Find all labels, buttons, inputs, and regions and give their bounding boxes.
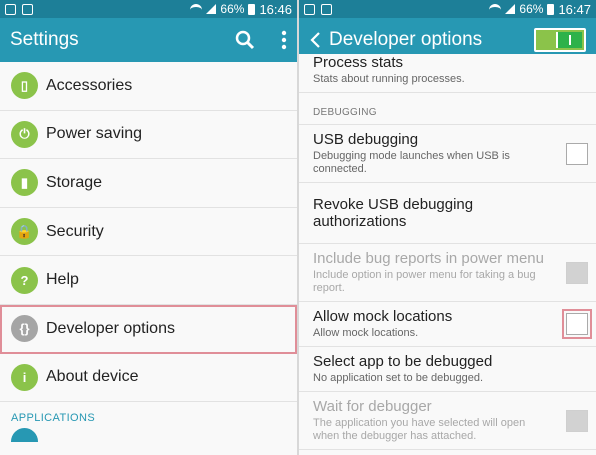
row-summary: The application you have selected will o… <box>313 417 526 442</box>
app-icon <box>11 428 38 443</box>
dev-option-revoke-usb-debugging-authorizations[interactable]: Revoke USB debugging authorizations <box>299 183 596 244</box>
wifi-icon <box>489 4 502 14</box>
status-bar: 66% 16:47 <box>299 0 596 18</box>
settings-item-label: Help <box>46 271 79 289</box>
wifi-icon <box>190 4 203 14</box>
settings-item-developer-options[interactable]: {} Developer options <box>0 304 297 354</box>
row-summary: Include option in power menu for taking … <box>313 269 536 294</box>
back-chevron-icon[interactable] <box>309 31 321 49</box>
battery-percent: 66% <box>220 2 245 16</box>
signal-icon <box>206 4 217 14</box>
row-title: Process stats <box>313 54 404 71</box>
search-icon[interactable] <box>235 30 255 50</box>
settings-item-label: About device <box>46 368 139 386</box>
clock: 16:46 <box>259 1 292 17</box>
developer-icon: {} <box>11 315 38 343</box>
row-title: Wait for debugger <box>313 398 432 415</box>
overflow-menu-icon[interactable] <box>281 30 287 50</box>
settings-item-label: Accessories <box>46 76 133 94</box>
checkbox <box>566 261 588 284</box>
row-title: USB debugging <box>313 131 419 148</box>
battery-icon <box>248 3 256 15</box>
lock-icon: 🔒 <box>11 218 38 246</box>
settings-item-power-saving[interactable]: ⏻ Power saving <box>0 110 297 160</box>
dev-option-include-bug-reports-in-power-menu: Include bug reports in power menu Include… <box>299 244 596 302</box>
storage-icon: ▮ <box>11 169 38 197</box>
process-stats-row[interactable]: Process stats Stats about running proces… <box>299 54 596 93</box>
settings-item-label: Storage <box>46 173 103 191</box>
row-title: Revoke USB debugging authorizations <box>313 196 474 230</box>
accessories-icon: ▯ <box>11 72 38 100</box>
image-icon <box>321 3 332 15</box>
signal-icon <box>505 4 516 14</box>
developer-options-screen: 66% 16:47 Developer options Process stat… <box>299 0 596 455</box>
settings-screen: 66% 16:46 Settings ▯ Accessories ⏻ Power sa… <box>0 0 297 455</box>
clock: 16:47 <box>558 1 591 17</box>
section-header: APPLICATIONS <box>11 412 96 425</box>
status-bar: 66% 16:46 <box>0 0 297 18</box>
dev-option-allow-mock-locations[interactable]: Allow mock locations Allow mock locations… <box>299 302 596 347</box>
settings-item-label: Security <box>46 222 104 240</box>
notification-icon <box>304 3 315 15</box>
settings-item-accessories[interactable]: ▯ Accessories <box>0 62 297 111</box>
settings-item-about-device[interactable]: i About device <box>0 353 297 403</box>
row-summary: Stats about running processes. <box>313 73 465 85</box>
checkbox[interactable] <box>562 309 592 339</box>
info-icon: i <box>11 363 38 391</box>
developer-options-list: Process stats Stats about running proces… <box>299 54 596 450</box>
row-title: Select app to be debugged <box>313 353 493 370</box>
dev-option-wait-for-debugger: Wait for debugger The application you hav… <box>299 392 596 450</box>
checkbox[interactable] <box>566 142 588 165</box>
settings-list: ▯ Accessories ⏻ Power saving ▮ Storage 🔒 Securi… <box>0 62 297 443</box>
row-title: Include bug reports in power menu <box>313 250 544 267</box>
settings-item-label: Power saving <box>46 125 143 143</box>
row-summary: No application set to be debugged. <box>313 372 484 384</box>
row-title: Allow mock locations <box>313 308 453 325</box>
row-summary: Debugging mode launches when USB is conn… <box>313 150 510 175</box>
section-header: DEBUGGING <box>299 93 596 125</box>
help-icon: ? <box>11 266 38 294</box>
power-icon: ⏻ <box>11 120 38 148</box>
settings-item-storage[interactable]: ▮ Storage <box>0 159 297 208</box>
settings-item-help[interactable]: ? Help <box>0 256 297 305</box>
battery-percent: 66% <box>519 2 544 16</box>
row-summary: Allow mock locations. <box>313 327 419 339</box>
developer-options-toggle[interactable] <box>534 28 586 52</box>
checkbox <box>566 409 588 432</box>
page-title: Settings <box>10 29 79 50</box>
action-bar: Settings <box>0 18 297 62</box>
image-icon <box>22 3 33 15</box>
notification-icon <box>5 3 16 15</box>
page-title: Developer options <box>329 29 483 50</box>
dev-option-usb-debugging[interactable]: USB debugging Debugging mode launches whe… <box>299 125 596 183</box>
dev-option-select-app-to-be-debugged[interactable]: Select app to be debugged No application … <box>299 347 596 392</box>
battery-icon <box>547 3 555 15</box>
settings-item-security[interactable]: 🔒 Security <box>0 207 297 257</box>
settings-item-label: Developer options <box>46 319 175 337</box>
